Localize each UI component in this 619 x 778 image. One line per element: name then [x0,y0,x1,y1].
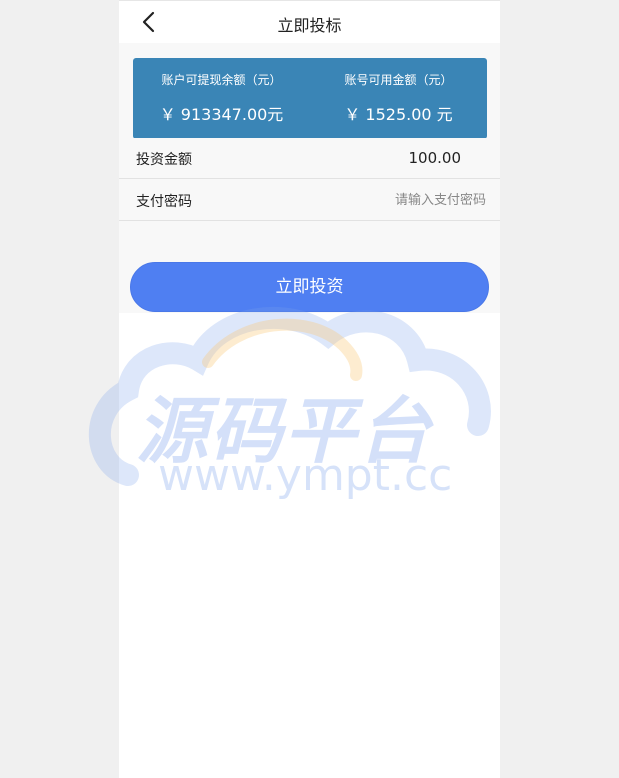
page-title: 立即投标 [277,16,342,35]
balance-card: 账户可提现余额（元） ￥ 913347.00元 账号可用金额（元） ￥ 1525… [133,58,487,139]
payment-password-input[interactable] [306,188,486,212]
invest-now-button[interactable]: 立即投资 [130,262,489,312]
withdrawable-label: 账户可提现余额（元） [161,73,282,87]
payment-password-row: 支付密码 [119,180,500,221]
top-bar: 立即投标 [119,0,500,43]
payment-password-label: 支付密码 [136,194,192,210]
withdrawable-value: ￥ 913347.00元 [159,105,284,124]
available-label: 账号可用金额（元） [344,73,453,87]
investment-amount-value: 100.00 [408,149,462,167]
phone-screen: 立即投标 账户可提现余额（元） ￥ 913347.00元 账号可用金额（元） ￥… [119,0,500,778]
investment-amount-label: 投资金额 [136,152,192,168]
investment-amount-row: 投资金额 100.00 [119,138,500,179]
available-value: ￥ 1525.00 元 [344,105,453,124]
